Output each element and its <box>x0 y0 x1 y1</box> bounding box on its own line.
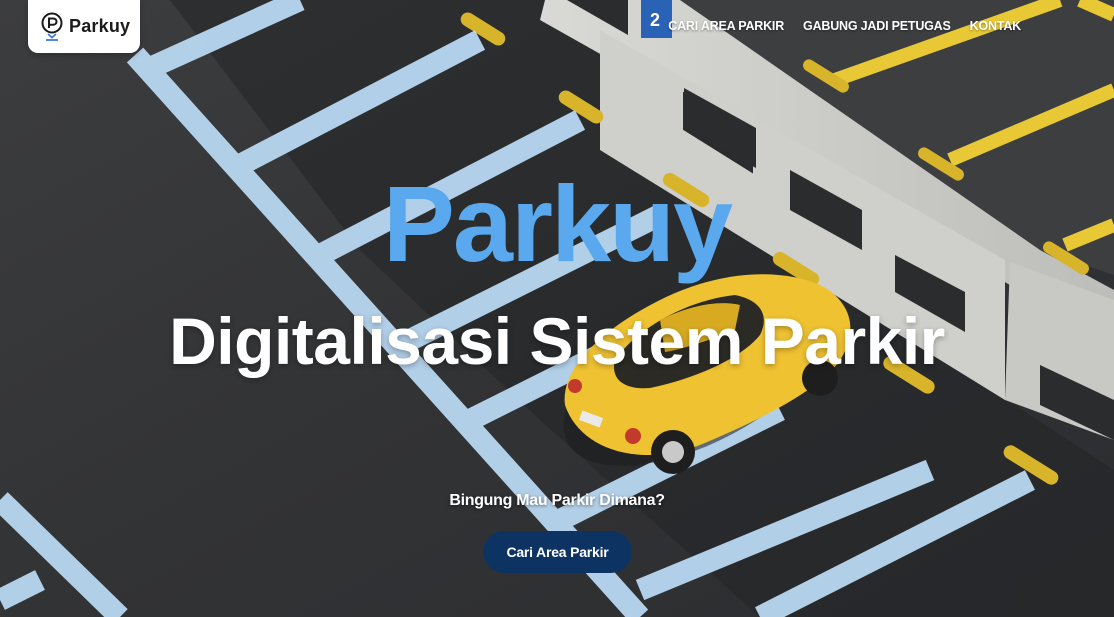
nav-item-gabung-jadi-petugas[interactable]: GABUNG JADI PETUGAS <box>803 19 951 33</box>
hero-section: 2 Parkuy CARI AREA PARKIR GABUNG JADI PE… <box>0 0 1114 617</box>
main-nav: CARI AREA PARKIR GABUNG JADI PETUGAS KON… <box>668 19 1021 33</box>
logo-text: Parkuy <box>69 16 131 36</box>
svg-text:2: 2 <box>650 10 660 30</box>
nav-item-kontak[interactable]: KONTAK <box>970 19 1022 33</box>
nav-item-cari-area-parkir[interactable]: CARI AREA PARKIR <box>668 19 784 33</box>
parking-pin-icon <box>41 12 63 41</box>
cari-area-parkir-button[interactable]: Cari Area Parkir <box>483 531 632 573</box>
hero-question: Bingung Mau Parkir Dimana? <box>449 492 665 509</box>
hero-brand-title: Parkuy <box>382 163 733 284</box>
logo[interactable]: Parkuy <box>28 0 140 53</box>
hero-headline: Digitalisasi Sistem Parkir <box>169 304 945 378</box>
